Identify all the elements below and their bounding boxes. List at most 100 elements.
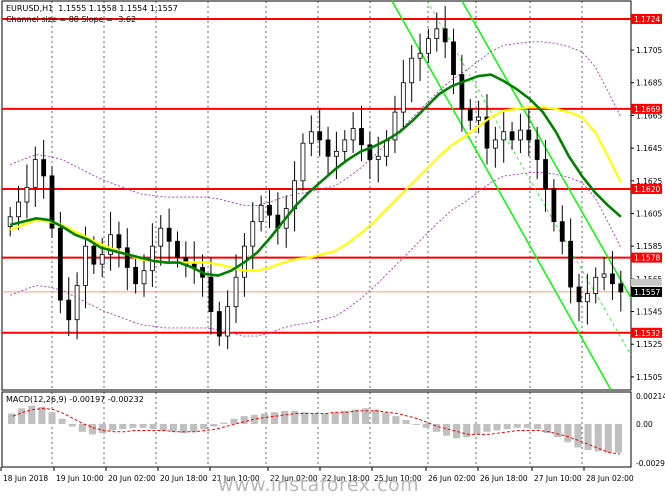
x-tick-label-10: 27 Jun 10:00 (534, 474, 582, 483)
candle-body-48 (409, 57, 415, 84)
macd-bar-21 (220, 422, 228, 424)
candle-body-17 (149, 245, 155, 272)
candle-body-66 (559, 221, 565, 242)
candle-body-67 (568, 240, 574, 288)
macd-bar-28 (291, 410, 299, 424)
candle-body-58 (492, 139, 498, 149)
macd-bar-37 (382, 412, 390, 424)
current-price-shadow-box (631, 278, 662, 286)
candle-body-49 (417, 52, 423, 59)
candle-body-2 (24, 186, 30, 203)
macd-bar-30 (311, 413, 319, 424)
macd-bar-1 (18, 408, 26, 424)
macd-bar-60 (614, 423, 622, 453)
y-tick-label-5: 1.1605 (636, 209, 662, 218)
channel-info: Channel size = 88 Slope = -3.62 (6, 15, 137, 24)
chart-window: 1.15051.15251.15451.15651.15851.16051.16… (0, 0, 665, 499)
macd-bar-0 (8, 413, 16, 424)
macd-bar-26 (270, 412, 279, 424)
macd-bar-7 (78, 423, 86, 432)
candle-body-50 (426, 38, 431, 54)
candle-body-8 (74, 284, 80, 321)
candle-body-16 (141, 270, 147, 285)
candle-body-59 (501, 131, 507, 141)
macd-bar-50 (513, 423, 521, 428)
macd-bar-32 (331, 412, 339, 424)
candle-body-51 (434, 28, 440, 39)
candle-body-13 (116, 234, 122, 249)
watermark: www.instaforex.com (218, 474, 420, 496)
macd-bar-22 (230, 418, 238, 424)
candle-body-35 (300, 142, 306, 182)
macd-bar-39 (402, 420, 410, 424)
macd-bar-16 (169, 423, 177, 432)
macd-bar-13 (139, 423, 147, 428)
macd-bar-11 (119, 423, 127, 430)
candle-body-20 (175, 240, 180, 259)
candle-body-61 (518, 129, 523, 141)
candle-body-6 (57, 227, 63, 301)
current-price-label: 1.1557 (634, 288, 660, 297)
macd-bar-40 (412, 423, 420, 425)
candle-body-14 (124, 247, 130, 268)
candle-body-45 (384, 139, 390, 157)
chart-canvas: 1.15051.15251.15451.15651.15851.16051.16… (0, 0, 665, 483)
candle-body-71 (601, 273, 607, 278)
macd-tick-label-2: -0.00299 (636, 459, 665, 468)
candle-body-39 (334, 150, 339, 157)
macd-bar-8 (88, 423, 97, 435)
candle-body-73 (618, 283, 624, 293)
candle-body-64 (543, 159, 548, 190)
candle-body-70 (593, 276, 599, 294)
candle-body-55 (467, 108, 473, 121)
candle-body-42 (359, 128, 364, 146)
macd-bar-25 (260, 413, 268, 424)
x-tick-label-8: 26 Jun 02:00 (428, 474, 476, 483)
macd-bar-55 (564, 423, 572, 443)
candle-body-18 (158, 227, 164, 247)
candle-body-47 (400, 82, 406, 113)
macd-bar-36 (372, 409, 380, 424)
candle-body-65 (551, 188, 557, 223)
x-tick-label-0: 18 Jun 2018 (3, 474, 48, 483)
level-label-4: 1.1532 (634, 329, 660, 338)
x-tick-label-11: 28 Jun 02:00 (586, 474, 634, 483)
candle-body-31 (267, 204, 272, 216)
y-tick-label-10: 1.1705 (636, 46, 662, 55)
channel-mid-line (426, 0, 632, 356)
x-tick-label-1: 19 Jun 10:00 (56, 474, 104, 483)
candle-body-60 (509, 131, 515, 141)
y-tick-label-2: 1.1545 (636, 308, 662, 317)
level-label-0: 1.1724 (634, 15, 660, 24)
y-tick-label-1: 1.1525 (636, 340, 662, 349)
macd-label: MACD(12,26,9) -0.00197 -0.00232 (6, 395, 144, 404)
macd-bar-18 (190, 423, 198, 432)
candle-body-68 (576, 286, 582, 303)
candle-body-26 (225, 306, 231, 337)
candle-body-10 (91, 245, 97, 265)
y-tick-label-7: 1.1645 (636, 144, 662, 153)
candle-body-1 (16, 201, 21, 218)
candle-body-19 (166, 227, 172, 242)
macd-bar-33 (341, 410, 349, 424)
macd-bar-52 (533, 423, 542, 430)
macd-bar-3 (38, 406, 46, 424)
macd-bar-47 (483, 423, 491, 432)
candle-body-37 (317, 131, 323, 141)
x-tick-label-2: 20 Jun 02:00 (108, 474, 156, 483)
candle-body-53 (451, 41, 456, 75)
macd-bar-5 (58, 418, 66, 424)
candle-body-3 (32, 159, 38, 188)
level-label-1: 1.1669 (634, 105, 660, 114)
candle-body-11 (99, 253, 105, 265)
macd-bar-12 (129, 423, 137, 428)
macd-bar-51 (523, 423, 531, 428)
x-tick-label-9: 26 Jun 18:00 (480, 474, 528, 483)
macd-bar-41 (422, 423, 430, 428)
candle-body-41 (350, 128, 356, 141)
level-label-3: 1.1578 (634, 254, 660, 263)
symbol-header: EURUSD,H1 1.1555 1.1558 1.1554 1.1557 (6, 4, 178, 13)
candle-body-54 (459, 74, 465, 110)
macd-tick-label-1: 0.00 (636, 420, 653, 429)
main-pane-frame (1, 0, 632, 391)
